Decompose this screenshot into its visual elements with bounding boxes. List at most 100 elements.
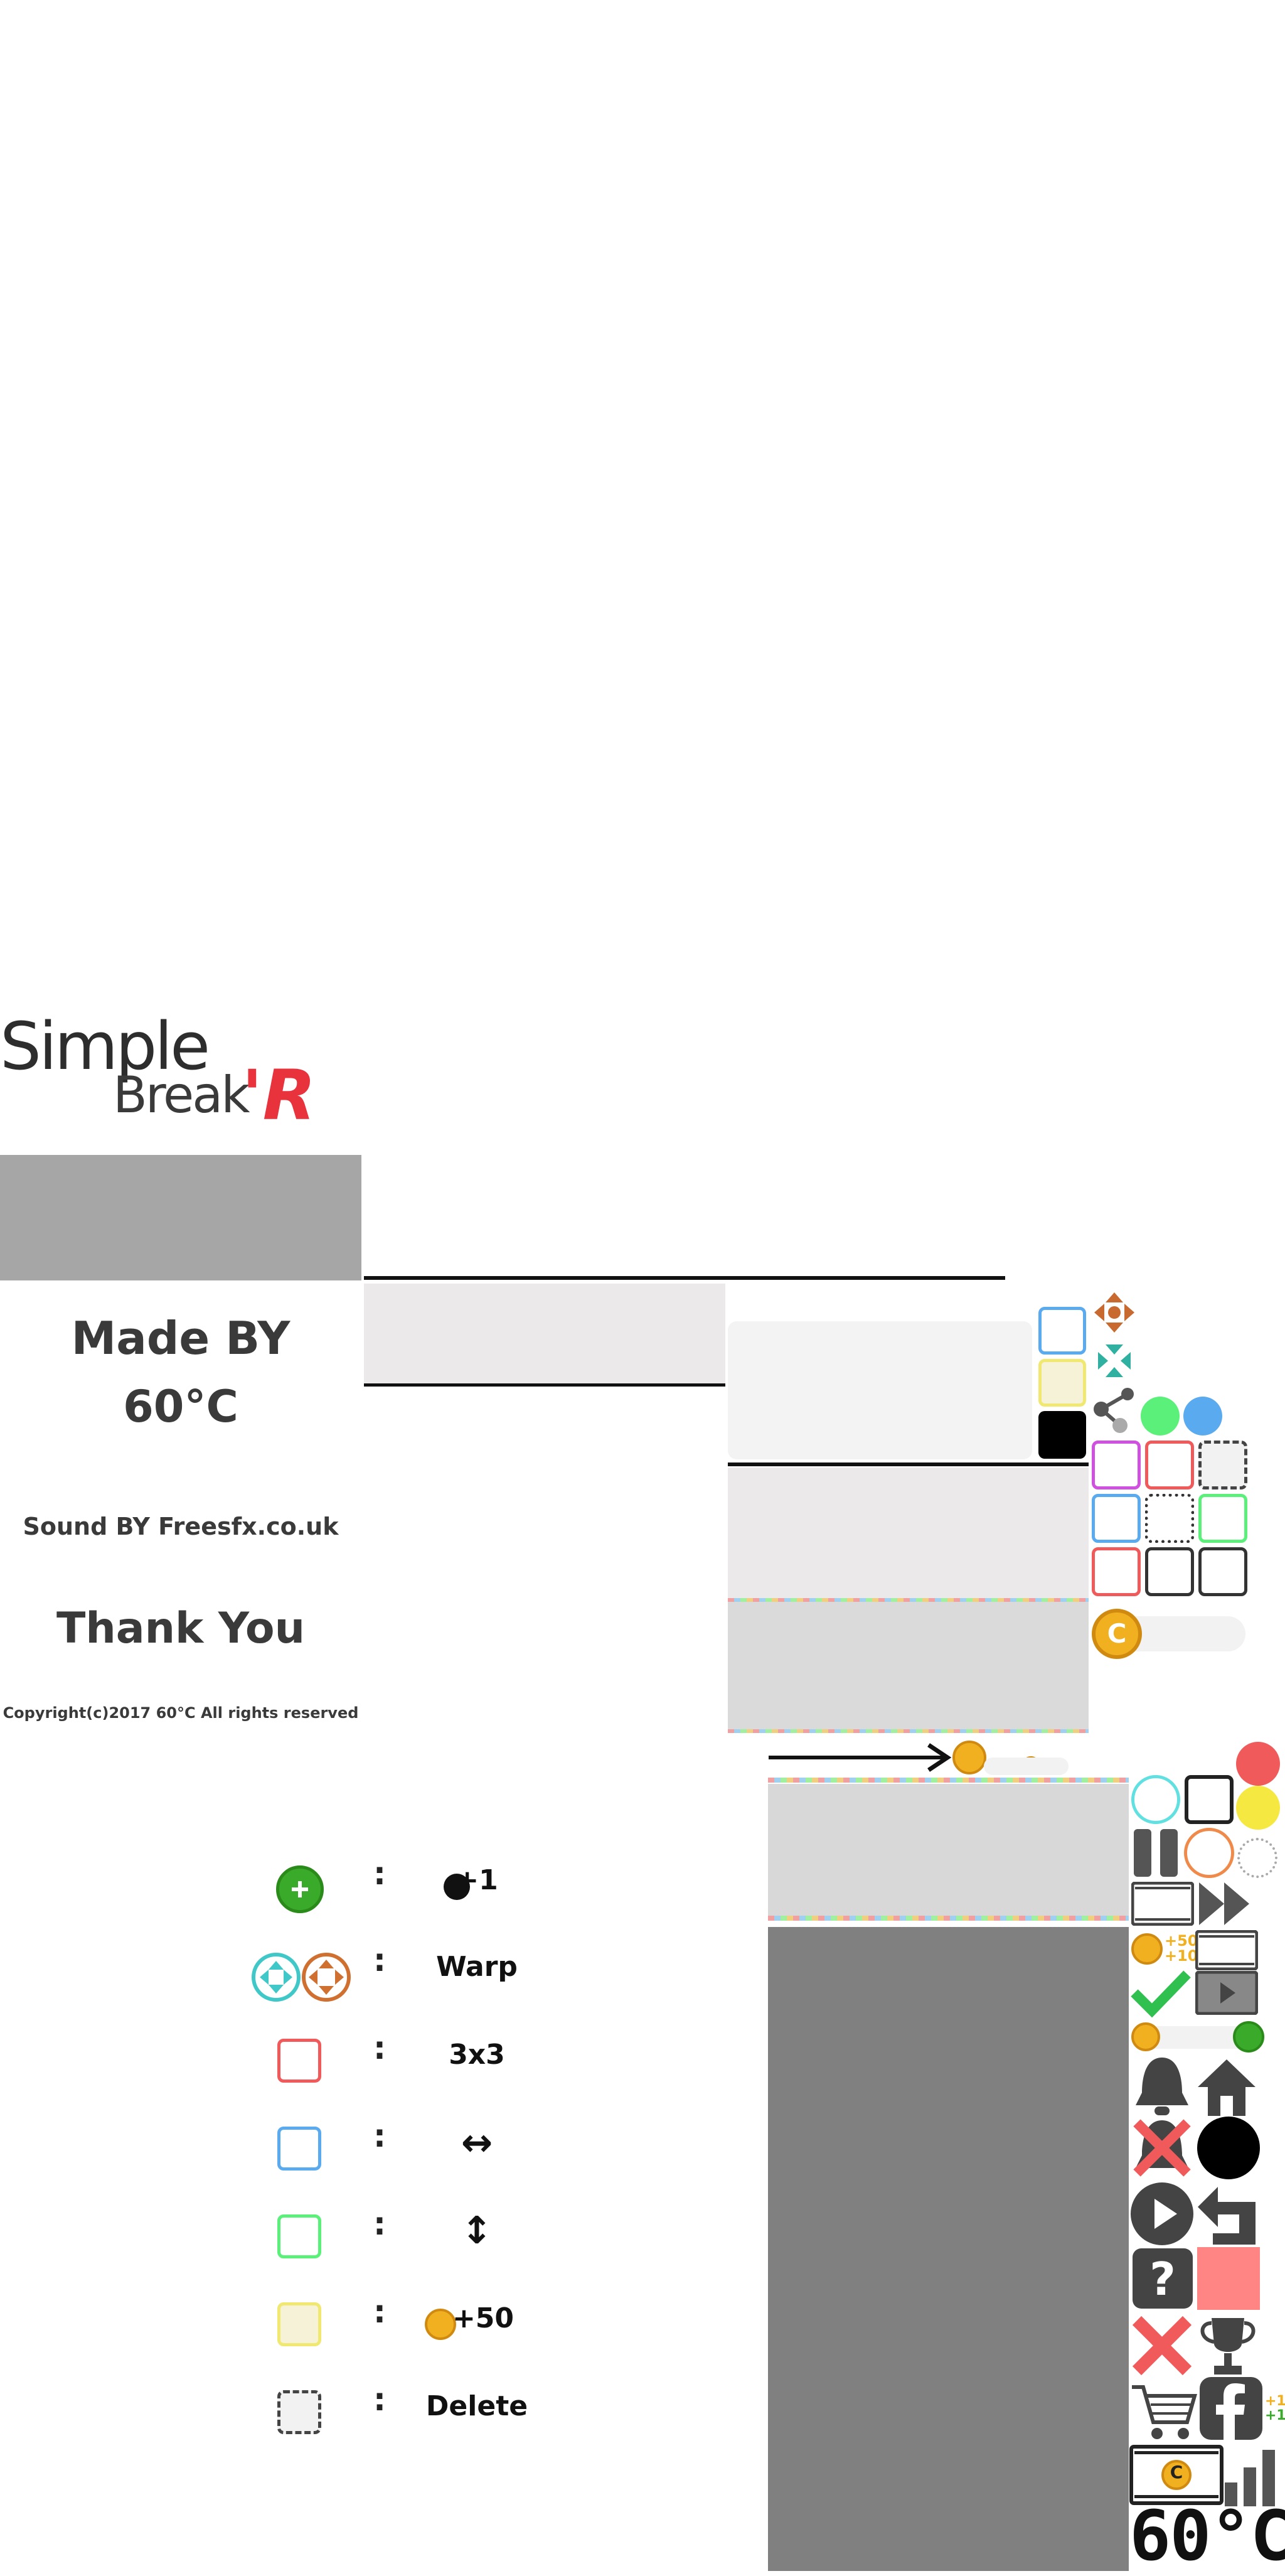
yellow-ball-icon xyxy=(1236,1786,1280,1830)
purple-block-icon xyxy=(1092,1441,1141,1489)
yellow-square-icon xyxy=(277,2302,321,2346)
share-icon xyxy=(1094,1388,1134,1433)
warp-out-icon xyxy=(1094,1292,1134,1333)
colon: : xyxy=(373,2030,386,2066)
home-icon xyxy=(1198,2059,1256,2116)
divider-line xyxy=(728,1462,1089,1466)
coin-icon xyxy=(1131,2022,1160,2051)
blue-ball-icon xyxy=(1183,1397,1222,1436)
cyan-ring-icon xyxy=(1131,1775,1180,1824)
divider-line xyxy=(364,1276,1005,1280)
pause-icon xyxy=(1134,1829,1178,1877)
yellow-square-icon xyxy=(1038,1359,1086,1407)
plus50-label: +50 xyxy=(1165,1932,1198,1950)
dark-block-icon xyxy=(1198,1547,1247,1596)
dashed-block-icon xyxy=(1198,1441,1247,1489)
gray-panel xyxy=(364,1284,725,1384)
cart-icon xyxy=(1132,2385,1197,2439)
colon: : xyxy=(373,2294,386,2330)
back-icon xyxy=(1198,2187,1256,2245)
film-icon xyxy=(1195,1930,1258,1970)
green-square-icon xyxy=(277,2214,321,2258)
coin-icon xyxy=(952,1741,986,1774)
red-ball-icon xyxy=(1236,1742,1280,1786)
pink-block-icon xyxy=(1197,2247,1260,2310)
close-icon xyxy=(1132,2316,1192,2376)
green-plus-icon xyxy=(276,1865,324,1913)
trophy-icon xyxy=(1200,2318,1256,2375)
black-square-icon xyxy=(1038,1411,1086,1459)
legend-value: Warp xyxy=(436,1951,518,1983)
stripe xyxy=(768,1916,1129,1921)
black-ball-icon xyxy=(1197,2117,1260,2179)
legend-value: Delete xyxy=(425,2390,528,2422)
logo-break-text: Break xyxy=(113,1066,250,1124)
bell-icon xyxy=(1136,2058,1188,2115)
legend-row: : Warp xyxy=(238,1945,577,2014)
green-block-icon xyxy=(1198,1494,1247,1543)
dark-gray-panel xyxy=(768,1927,1129,2571)
gray-panel xyxy=(768,1784,1129,1916)
plus10-label: +10 xyxy=(1165,1947,1198,1965)
thank-you-label: Thank You xyxy=(56,1604,306,1653)
legend-row: : +1 xyxy=(238,1858,577,1927)
brand-mark: 60°C xyxy=(1129,2496,1285,2576)
legend-row: : 3x3 xyxy=(238,2032,577,2101)
colon: : xyxy=(373,1942,386,1978)
warp-in-icon xyxy=(1098,1344,1131,1377)
red-block-icon xyxy=(1145,1441,1194,1489)
legend-row: : Delete xyxy=(238,2384,577,2453)
red-square-icon xyxy=(277,2039,321,2083)
gray-panel xyxy=(728,1602,1089,1731)
legend-value: +1 xyxy=(456,1864,498,1896)
colon: : xyxy=(373,2381,386,2418)
legend-row: : ↔ xyxy=(238,2120,577,2189)
play-icon xyxy=(1131,2182,1193,2245)
orange-ring-icon xyxy=(1184,1828,1234,1878)
made-by-label: Made BY xyxy=(71,1312,291,1365)
stripe xyxy=(768,1778,1129,1783)
divider-line xyxy=(364,1383,725,1387)
colon: : xyxy=(373,2206,386,2242)
credits-header-panel xyxy=(0,1155,361,1280)
black-frame-icon xyxy=(1185,1775,1234,1824)
blue-square-icon xyxy=(1038,1307,1086,1355)
progress-track xyxy=(984,1758,1069,1775)
plus1-label: +1 xyxy=(1265,2408,1285,2423)
studio-name: 60°C xyxy=(123,1381,238,1432)
coin-icon: C xyxy=(1092,1609,1142,1659)
legend-row: : ↕ xyxy=(238,2208,577,2277)
video-play-icon xyxy=(1195,1971,1258,2015)
sound-credit: Sound BY Freesfx.co.uk xyxy=(23,1513,339,1540)
green-ball-icon xyxy=(1141,1397,1180,1436)
blue-block-icon xyxy=(1092,1494,1141,1543)
arrow-head-icon xyxy=(927,1743,952,1772)
coin-video-letter: C xyxy=(1170,2462,1183,2482)
copyright-text: Copyright(c)2017 60°C All rights reserve… xyxy=(3,1704,359,1722)
legend-row: : +50 xyxy=(238,2296,577,2365)
dark-block-icon xyxy=(1145,1547,1194,1596)
gray-panel xyxy=(728,1468,1089,1599)
legend-value: ↔ xyxy=(461,2121,493,2165)
blue-square-icon xyxy=(277,2127,321,2171)
checkmark-icon xyxy=(1131,1970,1191,2018)
plus1-label: +1 xyxy=(1265,2393,1285,2409)
muted-bell-icon xyxy=(1133,2119,1191,2177)
coin-icon xyxy=(1131,1933,1163,1965)
film-icon xyxy=(1131,1882,1194,1926)
colon: : xyxy=(373,2118,386,2154)
light-panel xyxy=(728,1321,1032,1459)
dotted-block-icon xyxy=(1145,1494,1194,1543)
svg-text:?: ? xyxy=(1149,2253,1176,2305)
logo-r-mark: 'R xyxy=(242,1055,316,1135)
red-block-icon xyxy=(1092,1547,1141,1596)
legend-value: +50 xyxy=(452,2302,515,2334)
dashed-square-icon xyxy=(277,2390,321,2434)
coin-letter: C xyxy=(1107,1618,1127,1649)
facebook-icon xyxy=(1200,2377,1262,2440)
warp-out-icon xyxy=(302,1953,351,2002)
colon: : xyxy=(373,1855,386,1892)
arrow-line xyxy=(769,1756,944,1759)
warp-in-icon xyxy=(252,1953,301,2002)
green-plus-icon xyxy=(1233,2021,1264,2053)
